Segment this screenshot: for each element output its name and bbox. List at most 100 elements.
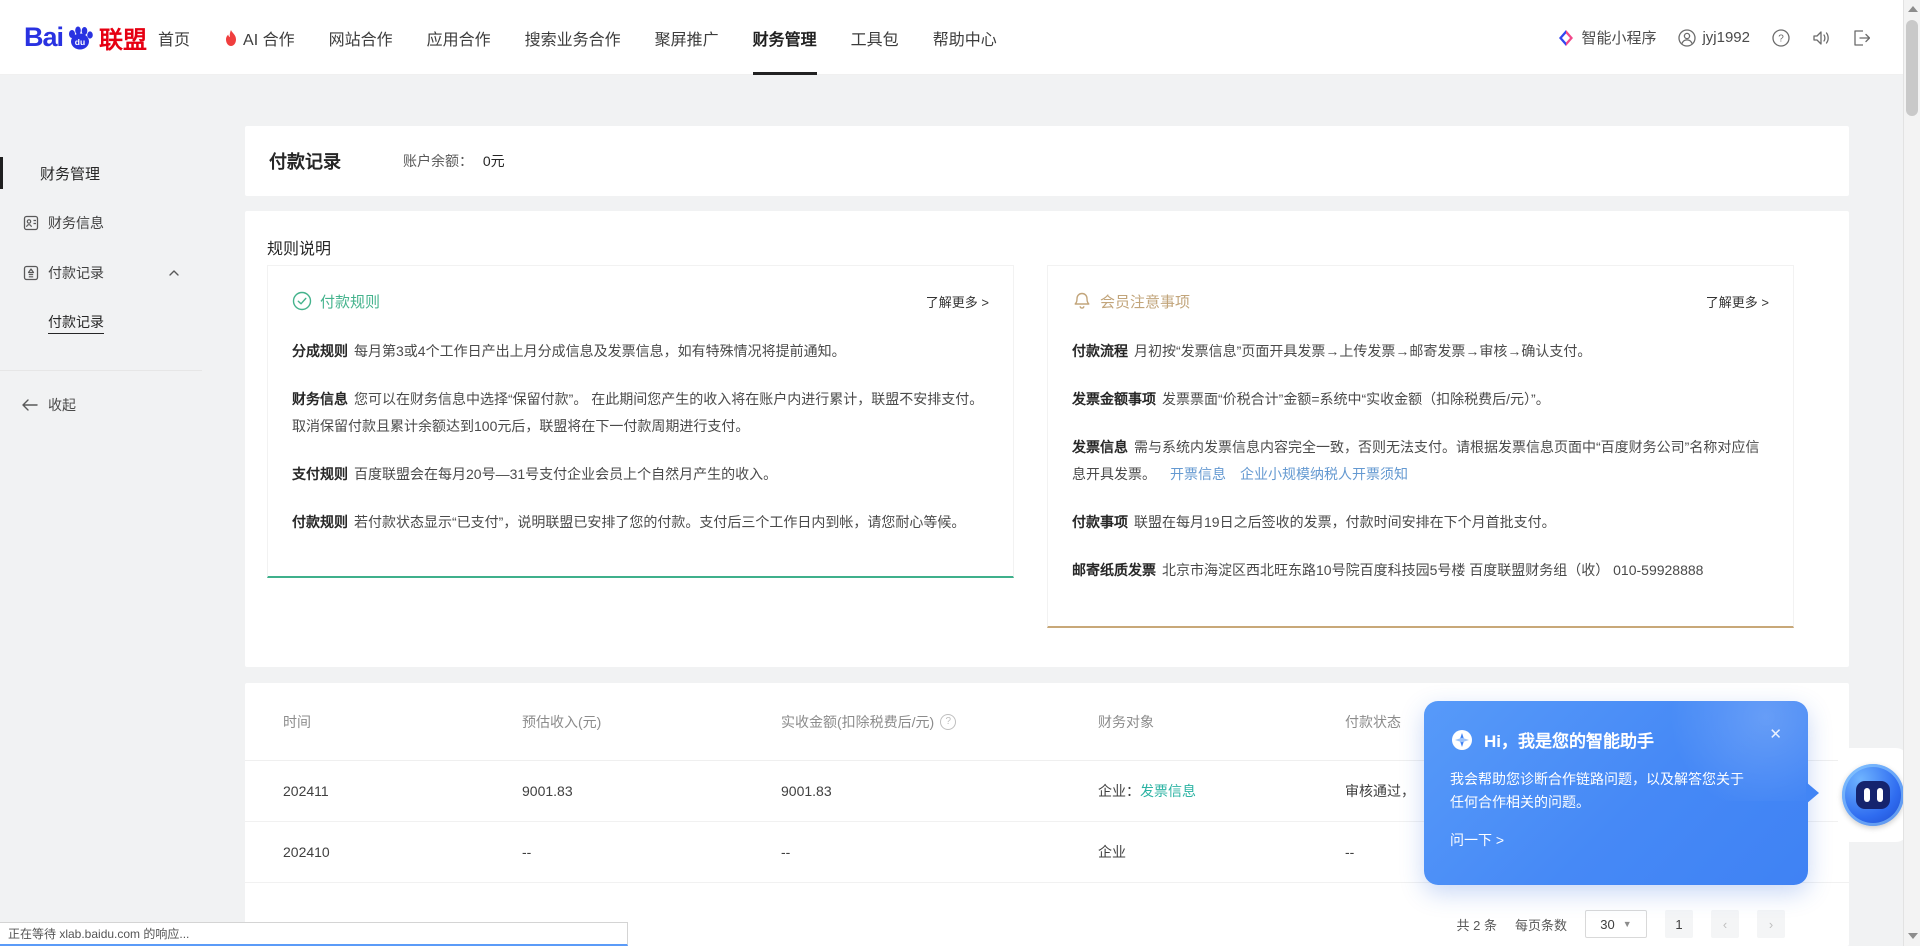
rule-label: 分成规则: [292, 343, 348, 359]
rule-text: 月初按“发票信息”页面开具发票→上传发票→邮寄发票→审核→确认支付。: [1134, 343, 1592, 359]
info-icon[interactable]: ?: [940, 713, 957, 730]
robot-assistant-button[interactable]: [1842, 764, 1904, 826]
nav-item-ai[interactable]: AI 合作: [224, 0, 295, 75]
select-caret-icon: ▼: [1622, 919, 1632, 929]
rule-label: 支付规则: [292, 466, 348, 482]
chevron-up-icon[interactable]: [168, 267, 180, 279]
baidu-union-console: Bai du 联盟 首页 AI 合作 网站合作 应用合作 搜索业务合作 聚屏推广…: [0, 0, 1920, 946]
sidebar-collapse-button[interactable]: 收起: [0, 388, 200, 422]
nav-item-help-center[interactable]: 帮助中心: [933, 0, 997, 75]
rule-text: 若付款状态显示“已支付”，说明联盟已安排了您的付款。支付后三个工作日内到帐，请您…: [354, 514, 966, 530]
entity-label: 企业：: [1098, 783, 1140, 799]
invoice-info-table-link[interactable]: 发票信息: [1140, 783, 1196, 799]
payment-rules-icon: [292, 291, 312, 311]
nav-item-screen-promo[interactable]: 聚屏推广: [655, 0, 719, 75]
invoice-info-link[interactable]: 开票信息: [1170, 466, 1226, 482]
cell-actual: 9001.83: [781, 783, 832, 799]
logo-text-union: 联盟: [99, 27, 148, 54]
cell-estimated: 9001.83: [522, 783, 573, 799]
cell-estimated: --: [522, 844, 532, 860]
rule-label: 发票金额事项: [1072, 391, 1156, 407]
sidebar-item-payment-records[interactable]: 付款记录: [0, 256, 240, 290]
nav-item-app[interactable]: 应用合作: [427, 0, 491, 75]
sidebar-item-finance-info[interactable]: 财务信息: [0, 206, 240, 240]
payment-rules-card: 付款规则 了解更多 > 分成规则 每月第3或4个工作日产出上月分成信息及发票信息，…: [267, 265, 1014, 578]
entity-label: 企业: [1098, 844, 1126, 860]
rule-text: 您可以在财务信息中选择“保留付款”。 在此期间您产生的收入将在账户内进行累计，联…: [292, 391, 984, 434]
miniprogram-diamond-icon: [1557, 29, 1575, 47]
nav-item-toolkit[interactable]: 工具包: [851, 0, 899, 75]
miniprogram-label: 智能小程序: [1581, 30, 1657, 47]
page-title: 付款记录: [269, 152, 341, 172]
assistant-popup: Hi，我是您的智能助手 ✕ 我会帮助您诊断合作链路问题，以及解答您关于任何合作相…: [1424, 701, 1808, 885]
top-navigation: Bai du 联盟 首页 AI 合作 网站合作 应用合作 搜索业务合作 聚屏推广…: [0, 0, 1920, 75]
logout-icon[interactable]: [1852, 29, 1870, 47]
sidebar-item-label: 财务信息: [48, 215, 104, 231]
col-header-actual-label: 实收金额(扣除税费后/元): [781, 713, 935, 730]
col-header-actual: 实收金额(扣除税费后/元) ?: [781, 712, 1098, 732]
payment-record-icon: [22, 264, 40, 282]
scroll-down-arrow[interactable]: [1908, 933, 1918, 939]
rule-item: 发票信息 需与系统内发票信息内容完全一致，否则无法支付。请根据发票信息页面中“百度…: [1072, 434, 1769, 488]
rule-item: 发票金额事项 发票票面“价税合计”金额=系统中“实收金额（扣除税费后/元）”。: [1072, 386, 1769, 413]
account-balance: 账户余额： 0元: [403, 151, 505, 171]
ask-now-link[interactable]: 问一下 >: [1450, 830, 1782, 850]
user-icon: [1678, 28, 1697, 47]
sound-icon[interactable]: [1812, 29, 1830, 47]
payment-rules-more-link[interactable]: 了解更多 >: [926, 292, 989, 311]
nav-label: 网站合作: [328, 31, 393, 49]
rule-item: 分成规则 每月第3或4个工作日产出上月分成信息及发票信息，如有特殊情况将提前通知。: [292, 338, 989, 365]
nav-label: 聚屏推广: [654, 31, 719, 49]
payment-rules-title: 付款规则: [320, 293, 381, 311]
per-page-select[interactable]: 30 ▼: [1585, 910, 1647, 938]
sidebar-section-label: 财务管理: [40, 165, 101, 183]
logo-text-bai: Bai: [24, 22, 64, 52]
nav-label: 工具包: [850, 31, 899, 49]
nav-label: 财务管理: [752, 31, 817, 49]
rule-item: 付款流程 月初按“发票信息”页面开具发票→上传发票→邮寄发票→审核→确认支付。: [1072, 338, 1769, 365]
flame-icon: [224, 29, 238, 46]
small-taxpayer-notice-link[interactable]: 企业小规模纳税人开票须知: [1240, 466, 1408, 482]
sidebar-section-finance[interactable]: 财务管理: [0, 155, 240, 191]
nav-item-finance[interactable]: 财务管理: [752, 0, 817, 75]
bell-icon: [1072, 291, 1092, 311]
nav-item-home[interactable]: 首页: [158, 0, 190, 75]
cell-time: 202410: [283, 844, 330, 860]
robot-face-icon: [1856, 781, 1890, 809]
member-notice-card: 会员注意事项 了解更多 > 付款流程 月初按“发票信息”页面开具发票→上传发票→邮…: [1047, 265, 1794, 628]
nav-item-website[interactable]: 网站合作: [329, 0, 393, 75]
sidebar-divider: [0, 370, 202, 371]
page-button-1[interactable]: 1: [1665, 910, 1693, 938]
nav-item-search-biz[interactable]: 搜索业务合作: [525, 0, 621, 75]
nav-label: AI 合作: [243, 31, 295, 49]
smart-miniprogram-entry[interactable]: 智能小程序: [1557, 27, 1656, 48]
collapse-arrow-icon: [20, 397, 40, 413]
scroll-up-arrow[interactable]: [1908, 6, 1918, 12]
sidebar-subitem-payment-records[interactable]: 付款记录: [48, 307, 104, 337]
scrollbar-thumb[interactable]: [1906, 20, 1918, 116]
cell-entity: 企业: [1098, 842, 1345, 862]
rule-text: 百度联盟会在每月20号—31号支付企业会员上个自然月产生的收入。: [354, 466, 778, 482]
page-header-card: 付款记录 账户余额： 0元: [245, 126, 1849, 196]
prev-page-button[interactable]: ‹: [1711, 910, 1739, 938]
cell-actual: --: [781, 844, 791, 860]
baidu-union-logo[interactable]: Bai du 联盟: [24, 0, 147, 75]
assistant-widget-panel: [1838, 748, 1908, 842]
rules-section: 规则说明 付款规则 了解更多 > 分成规则 每月第3或4个工作日产出上月分成信息及…: [245, 211, 1849, 667]
user-account[interactable]: jyj1992: [1678, 28, 1750, 47]
compass-icon: [1450, 728, 1474, 752]
vertical-scrollbar[interactable]: [1903, 0, 1920, 946]
rule-text: 发票票面“价税合计”金额=系统中“实收金额（扣除税费后/元）”。: [1162, 391, 1550, 407]
member-notice-more-link[interactable]: 了解更多 >: [1706, 292, 1769, 311]
help-icon[interactable]: ?: [1772, 28, 1790, 47]
assistant-popup-tail: [1806, 782, 1819, 804]
status-text: 正在等待 xlab.baidu.com 的响应...: [8, 927, 190, 941]
next-page-button[interactable]: ›: [1757, 910, 1785, 938]
per-page-value: 30: [1600, 916, 1615, 932]
per-page-label: 每页条数: [1514, 917, 1567, 933]
rule-label: 财务信息: [292, 391, 348, 407]
balance-label: 账户余额：: [403, 153, 473, 169]
rule-label: 付款事项: [1072, 514, 1128, 530]
rules-section-title: 规则说明: [267, 241, 332, 258]
close-icon[interactable]: ✕: [1769, 727, 1782, 742]
